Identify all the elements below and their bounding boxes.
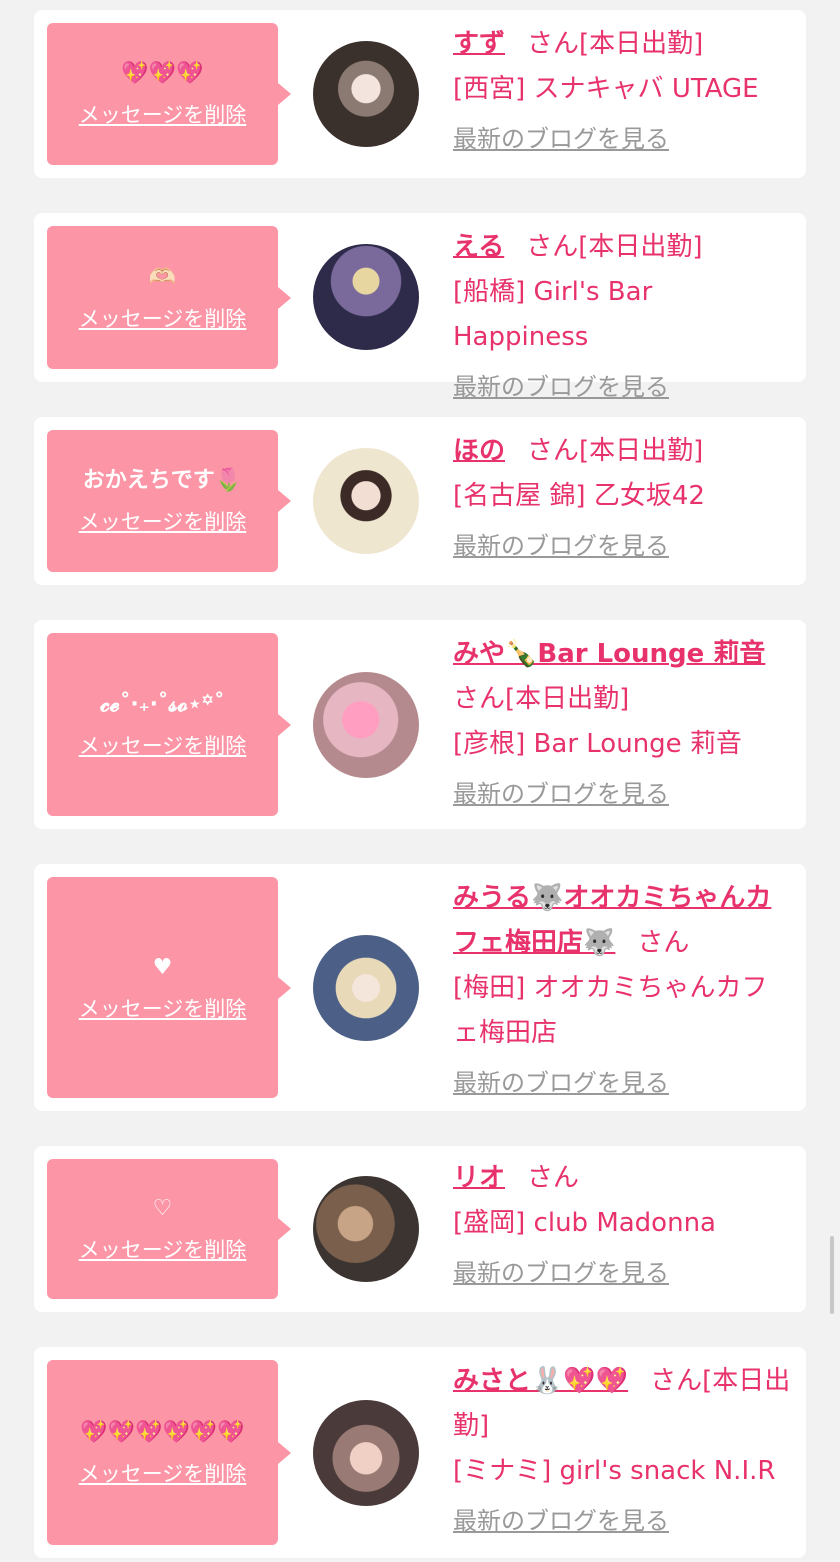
shop-name: [梅田] オオカミちゃんカフェ梅田店 xyxy=(453,973,768,1048)
latest-blog-link[interactable]: 最新のブログを見る xyxy=(453,1256,793,1290)
message-bubble: 🫶🏻 メッセージを削除 xyxy=(47,226,291,369)
delete-message-link[interactable]: メッセージを削除 xyxy=(79,99,247,129)
shop-name: [盛岡] club Madonna xyxy=(453,1208,716,1238)
cast-info: みうる🐺オオカミちゃんカフェ梅田店🐺 さん [梅田] オオカミちゃんカフェ梅田店 … xyxy=(453,876,793,1100)
shop-name: [彦根] Bar Lounge 莉音 xyxy=(453,729,742,759)
avatar[interactable] xyxy=(313,672,419,778)
shop-name: [名古屋 錦] 乙女坂42 xyxy=(453,481,705,511)
delete-message-link[interactable]: メッセージを削除 xyxy=(79,1458,247,1488)
message-bubble: 💖💖💖 メッセージを削除 xyxy=(47,23,291,165)
cast-name-link[interactable]: リオ xyxy=(453,1163,505,1193)
cast-name-link[interactable]: える xyxy=(453,232,504,262)
cast-status: さん xyxy=(527,1163,580,1193)
message-bubble: ♡ メッセージを削除 xyxy=(47,1159,291,1299)
latest-blog-link[interactable]: 最新のブログを見る xyxy=(453,370,793,404)
avatar[interactable] xyxy=(313,448,419,554)
cast-card: ♥ メッセージを削除 みうる🐺オオカミちゃんカフェ梅田店🐺 さん [梅田] オオカ… xyxy=(34,864,806,1111)
message-bubble: 💖💖💖💖💖💖 メッセージを削除 xyxy=(47,1360,291,1545)
message-text: 🫶🏻 xyxy=(148,264,177,290)
cast-name-link[interactable]: すず xyxy=(453,29,505,59)
shop-name: [船橋] Girl's Bar Happiness xyxy=(453,277,653,352)
cast-card: 💖💖💖💖💖💖 メッセージを削除 みさと🐰💖💖 さん[本日出勤] [ミナミ] gir… xyxy=(34,1347,806,1558)
delete-message-link[interactable]: メッセージを削除 xyxy=(79,303,247,333)
cast-status: さん[本日出勤] xyxy=(526,232,703,262)
cast-name-link[interactable]: みうる🐺オオカミちゃんカフェ梅田店🐺 xyxy=(453,883,771,958)
scrollbar[interactable] xyxy=(830,1236,834,1314)
cast-info: リオ さん [盛岡] club Madonna 最新のブログを見る xyxy=(453,1156,793,1290)
cast-info: みさと🐰💖💖 さん[本日出勤] [ミナミ] girl's snack N.I.R … xyxy=(453,1359,793,1538)
avatar[interactable] xyxy=(313,41,419,147)
cast-card: おかえちです🌷 メッセージを削除 ほの さん[本日出勤] [名古屋 錦] 乙女坂4… xyxy=(34,417,806,585)
cast-name-link[interactable]: みや🍾Bar Lounge 莉音 xyxy=(453,639,765,669)
delete-message-link[interactable]: メッセージを削除 xyxy=(79,730,247,760)
cast-card: 𝓬𝓮˚‧₊‧˚𝓼𝓸⋆꙳˚ メッセージを削除 みや🍾Bar Lounge 莉音 さん… xyxy=(34,620,806,829)
cast-status: さん xyxy=(637,928,690,958)
message-bubble: おかえちです🌷 メッセージを削除 xyxy=(47,430,291,572)
shop-name: [ミナミ] girl's snack N.I.R xyxy=(453,1456,776,1486)
message-text: ♡ xyxy=(152,1196,173,1221)
latest-blog-link[interactable]: 最新のブログを見る xyxy=(453,777,793,811)
latest-blog-link[interactable]: 最新のブログを見る xyxy=(453,1504,793,1538)
cast-card: 🫶🏻 メッセージを削除 える さん[本日出勤] [船橋] Girl's Bar H… xyxy=(34,213,806,401)
delete-message-link[interactable]: メッセージを削除 xyxy=(79,1234,247,1264)
message-text: ♥ xyxy=(152,954,173,980)
avatar[interactable] xyxy=(313,244,419,350)
cast-name-link[interactable]: ほの xyxy=(453,436,505,466)
cast-status: さん[本日出勤] xyxy=(527,29,704,59)
cast-info: ほの さん[本日出勤] [名古屋 錦] 乙女坂42 最新のブログを見る xyxy=(453,429,793,563)
avatar[interactable] xyxy=(313,1400,419,1506)
cast-info: みや🍾Bar Lounge 莉音 さん[本日出勤] [彦根] Bar Lounge… xyxy=(453,632,793,811)
cast-info: える さん[本日出勤] [船橋] Girl's Bar Happiness 最新の… xyxy=(453,225,793,404)
cast-name-link[interactable]: みさと🐰💖💖 xyxy=(453,1366,628,1396)
shop-name: [西宮] スナキャバ UTAGE xyxy=(453,74,759,104)
message-text: 💖💖💖💖💖💖 xyxy=(80,1419,245,1445)
delete-message-link[interactable]: メッセージを削除 xyxy=(79,506,247,536)
latest-blog-link[interactable]: 最新のブログを見る xyxy=(453,1066,793,1100)
latest-blog-link[interactable]: 最新のブログを見る xyxy=(453,529,793,563)
latest-blog-link[interactable]: 最新のブログを見る xyxy=(453,122,793,156)
avatar[interactable] xyxy=(313,1176,419,1282)
cast-status: さん[本日出勤] xyxy=(527,436,704,466)
cast-card: ♡ メッセージを削除 リオ さん [盛岡] club Madonna 最新のブログ… xyxy=(34,1146,806,1312)
message-text: 𝓬𝓮˚‧₊‧˚𝓼𝓸⋆꙳˚ xyxy=(100,691,225,717)
cast-card: 💖💖💖 メッセージを削除 すず さん[本日出勤] [西宮] スナキャバ UTAGE… xyxy=(34,10,806,178)
message-text: おかえちです🌷 xyxy=(82,468,243,493)
cast-info: すず さん[本日出勤] [西宮] スナキャバ UTAGE 最新のブログを見る xyxy=(453,22,793,156)
delete-message-link[interactable]: メッセージを削除 xyxy=(79,993,247,1023)
message-bubble: ♥ メッセージを削除 xyxy=(47,877,291,1098)
message-text: 💖💖💖 xyxy=(121,61,204,86)
cast-status: さん[本日出勤] xyxy=(453,684,630,714)
message-bubble: 𝓬𝓮˚‧₊‧˚𝓼𝓸⋆꙳˚ メッセージを削除 xyxy=(47,633,291,816)
avatar[interactable] xyxy=(313,935,419,1041)
